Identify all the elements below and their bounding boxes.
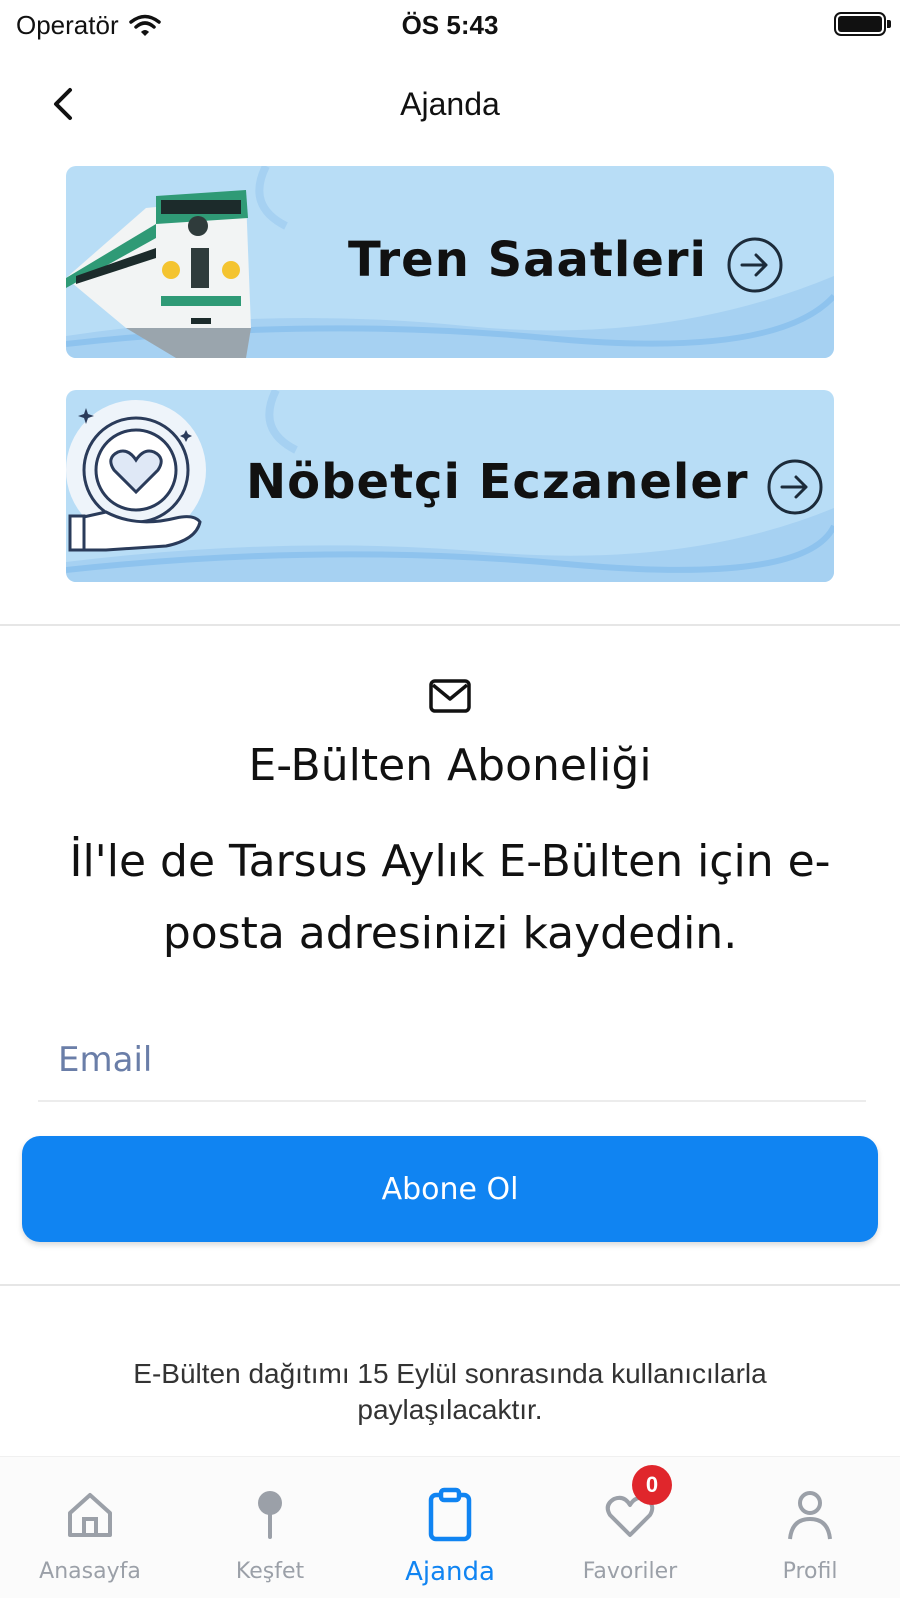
section-divider [0, 624, 900, 626]
tab-anasayfa[interactable]: Anasayfa [0, 1457, 180, 1598]
status-time: ÖS 5:43 [401, 10, 499, 40]
train-schedule-banner[interactable]: Tren Saatleri [66, 166, 834, 358]
page-title: Ajanda [400, 86, 500, 122]
tab-kesfet[interactable]: Keşfet [180, 1457, 360, 1598]
tab-label: Ajanda [405, 1557, 495, 1587]
newsletter-notice: E-Bülten dağıtımı 15 Eylül sonrasında ku… [133, 1358, 767, 1425]
train-schedule-label: Tren Saatleri [348, 232, 708, 288]
subscribe-button[interactable]: Abone Ol [22, 1136, 878, 1242]
email-input[interactable] [38, 1020, 866, 1102]
home-icon [68, 1493, 112, 1537]
arrow-right-circle-icon [727, 237, 783, 293]
mail-icon [429, 679, 471, 713]
section-divider [0, 1284, 900, 1286]
tab-label: Profil [782, 1559, 838, 1584]
pin-icon [258, 1491, 282, 1539]
nav-bar: Ajanda [0, 60, 900, 148]
newsletter-description: İl'le de Tarsus Aylık E-Bülten için e-po… [69, 836, 831, 959]
battery-icon [834, 12, 891, 36]
status-bar: Operatör ÖS 5:43 [0, 0, 900, 48]
user-icon [788, 1491, 832, 1540]
heart-hand-illustration [66, 400, 206, 552]
tab-label: Anasayfa [39, 1559, 141, 1584]
tab-label: Favoriler [582, 1559, 678, 1584]
newsletter-title: E-Bülten Aboneliği [248, 740, 652, 791]
arrow-right-circle-icon [767, 459, 823, 515]
train-illustration [66, 190, 251, 358]
clipboard-icon [428, 1487, 472, 1542]
pharmacy-label: Nöbetçi Eczaneler [246, 454, 749, 510]
tab-favoriler[interactable]: 0 Favoriler [540, 1457, 720, 1598]
tab-label: Keşfet [235, 1559, 305, 1584]
tab-profil[interactable]: Profil [720, 1457, 900, 1598]
pharmacy-banner[interactable]: Nöbetçi Eczaneler [66, 390, 834, 582]
tab-bar: Anasayfa Keşfet Ajanda 0 Favoriler Profi… [0, 1456, 900, 1598]
favorites-badge: 0 [632, 1465, 672, 1505]
tab-ajanda[interactable]: Ajanda [360, 1457, 540, 1598]
